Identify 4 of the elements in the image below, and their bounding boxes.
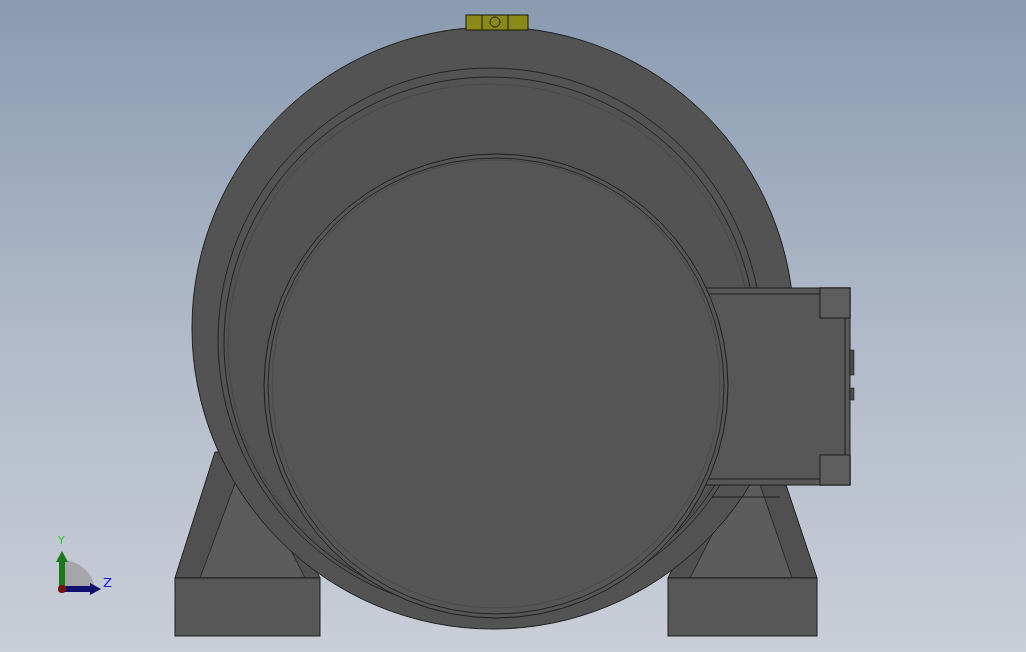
axis-label: Y — [58, 534, 65, 547]
axis-triad — [56, 551, 101, 595]
cad-viewport[interactable]: Y Z — [0, 0, 1026, 652]
axis-label: Z — [103, 575, 112, 590]
